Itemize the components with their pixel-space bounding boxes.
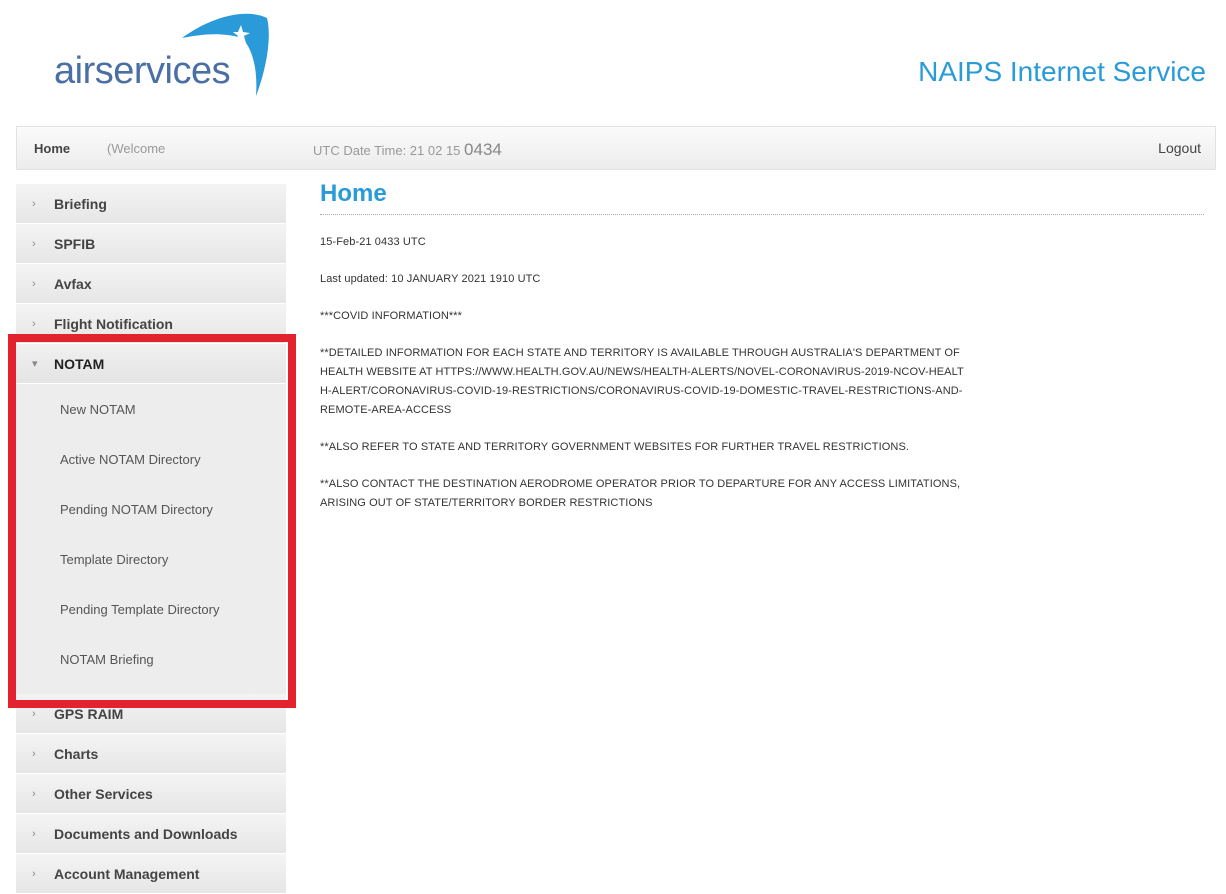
page-title: Home [320, 180, 387, 207]
main-content: Home 15-Feb-21 0433 UTC Last updated: 10… [320, 180, 1204, 531]
sidebar-item-label: Briefing [54, 195, 107, 212]
app-title: NAIPS Internet Service [918, 56, 1206, 87]
top-bar: Home (Welcome UTC Date Time: 21 02 15 04… [16, 126, 1216, 170]
sidebar-item-notam[interactable]: ▾ NOTAM [16, 344, 286, 384]
sidebar-item-briefing[interactable]: › Briefing [16, 184, 286, 224]
chevron-down-icon: ▾ [32, 358, 38, 370]
sidebar-item-label: GPS RAIM [54, 705, 124, 722]
utc-label: UTC Date Time: 21 02 15 [313, 143, 461, 158]
chevron-right-icon: › [32, 197, 36, 210]
sidebar-item-flight-notification[interactable]: › Flight Notification [16, 304, 286, 344]
home-link[interactable]: Home [34, 141, 70, 156]
submenu-item-active-notam-directory[interactable]: Active NOTAM Directory [16, 434, 286, 484]
sidebar-item-label: SPFIB [54, 235, 96, 252]
submenu-item-notam-briefing[interactable]: NOTAM Briefing [16, 634, 286, 684]
sidebar-item-label: NOTAM [54, 355, 105, 372]
utc-time: 0434 [464, 140, 502, 159]
sidebar-item-label: Charts [54, 745, 99, 762]
chevron-right-icon: › [32, 317, 36, 330]
chevron-right-icon: › [32, 707, 36, 720]
sidebar-item-label: Other Services [54, 785, 153, 802]
logout-link[interactable]: Logout [1158, 140, 1201, 156]
sidebar-item-spfib[interactable]: › SPFIB [16, 224, 286, 264]
submenu-item-new-notam[interactable]: New NOTAM [16, 384, 286, 434]
logo-text: airservices [54, 50, 231, 92]
sidebar-item-account-management[interactable]: › Account Management [16, 854, 286, 894]
covid-paragraph-2: **ALSO REFER TO STATE AND TERRITORY GOVE… [320, 441, 910, 453]
sidebar-nav: › Briefing › SPFIB › Avfax › Flight Notifica… [16, 184, 286, 894]
welcome-text: (Welcome [107, 141, 166, 156]
sidebar-item-label: Flight Notification [54, 315, 173, 332]
submenu-item-pending-notam-directory[interactable]: Pending NOTAM Directory [16, 484, 286, 534]
covid-paragraph-1: **DETAILED INFORMATION FOR EACH STATE AN… [320, 347, 964, 416]
covid-header: ***COVID INFORMATION*** [320, 310, 463, 322]
sidebar-item-other-services[interactable]: › Other Services [16, 774, 286, 814]
chevron-right-icon: › [32, 277, 36, 290]
sidebar-item-documents-and-downloads[interactable]: › Documents and Downloads [16, 814, 286, 854]
chevron-right-icon: › [32, 747, 36, 760]
submenu-item-template-directory[interactable]: Template Directory [16, 534, 286, 584]
airservices-logo[interactable]: airservices [52, 8, 282, 108]
chevron-right-icon: › [32, 237, 36, 250]
sidebar-item-label: Documents and Downloads [54, 825, 238, 842]
sidebar-item-label: Account Management [54, 865, 200, 882]
utc-datetime: UTC Date Time: 21 02 15 0434 [313, 140, 502, 160]
sidebar-item-charts[interactable]: › Charts [16, 734, 286, 774]
title-divider [320, 214, 1204, 215]
last-updated-text: Last updated: 10 JANUARY 2021 1910 UTC [320, 273, 541, 285]
header: airservices NAIPS Internet Service [0, 0, 1226, 120]
sidebar-item-gps-raim[interactable]: › GPS RAIM [16, 694, 286, 734]
covid-paragraph-3: **ALSO CONTACT THE DESTINATION AERODROME… [320, 478, 961, 509]
submenu-item-pending-template-directory[interactable]: Pending Template Directory [16, 584, 286, 634]
date-text: 15-Feb-21 0433 UTC [320, 236, 426, 248]
notam-submenu: New NOTAM Active NOTAM Directory Pending… [16, 384, 286, 694]
chevron-right-icon: › [32, 787, 36, 800]
chevron-right-icon: › [32, 827, 36, 840]
sidebar-item-label: Avfax [54, 275, 92, 292]
sidebar-item-avfax[interactable]: › Avfax [16, 264, 286, 304]
chevron-right-icon: › [32, 867, 36, 880]
